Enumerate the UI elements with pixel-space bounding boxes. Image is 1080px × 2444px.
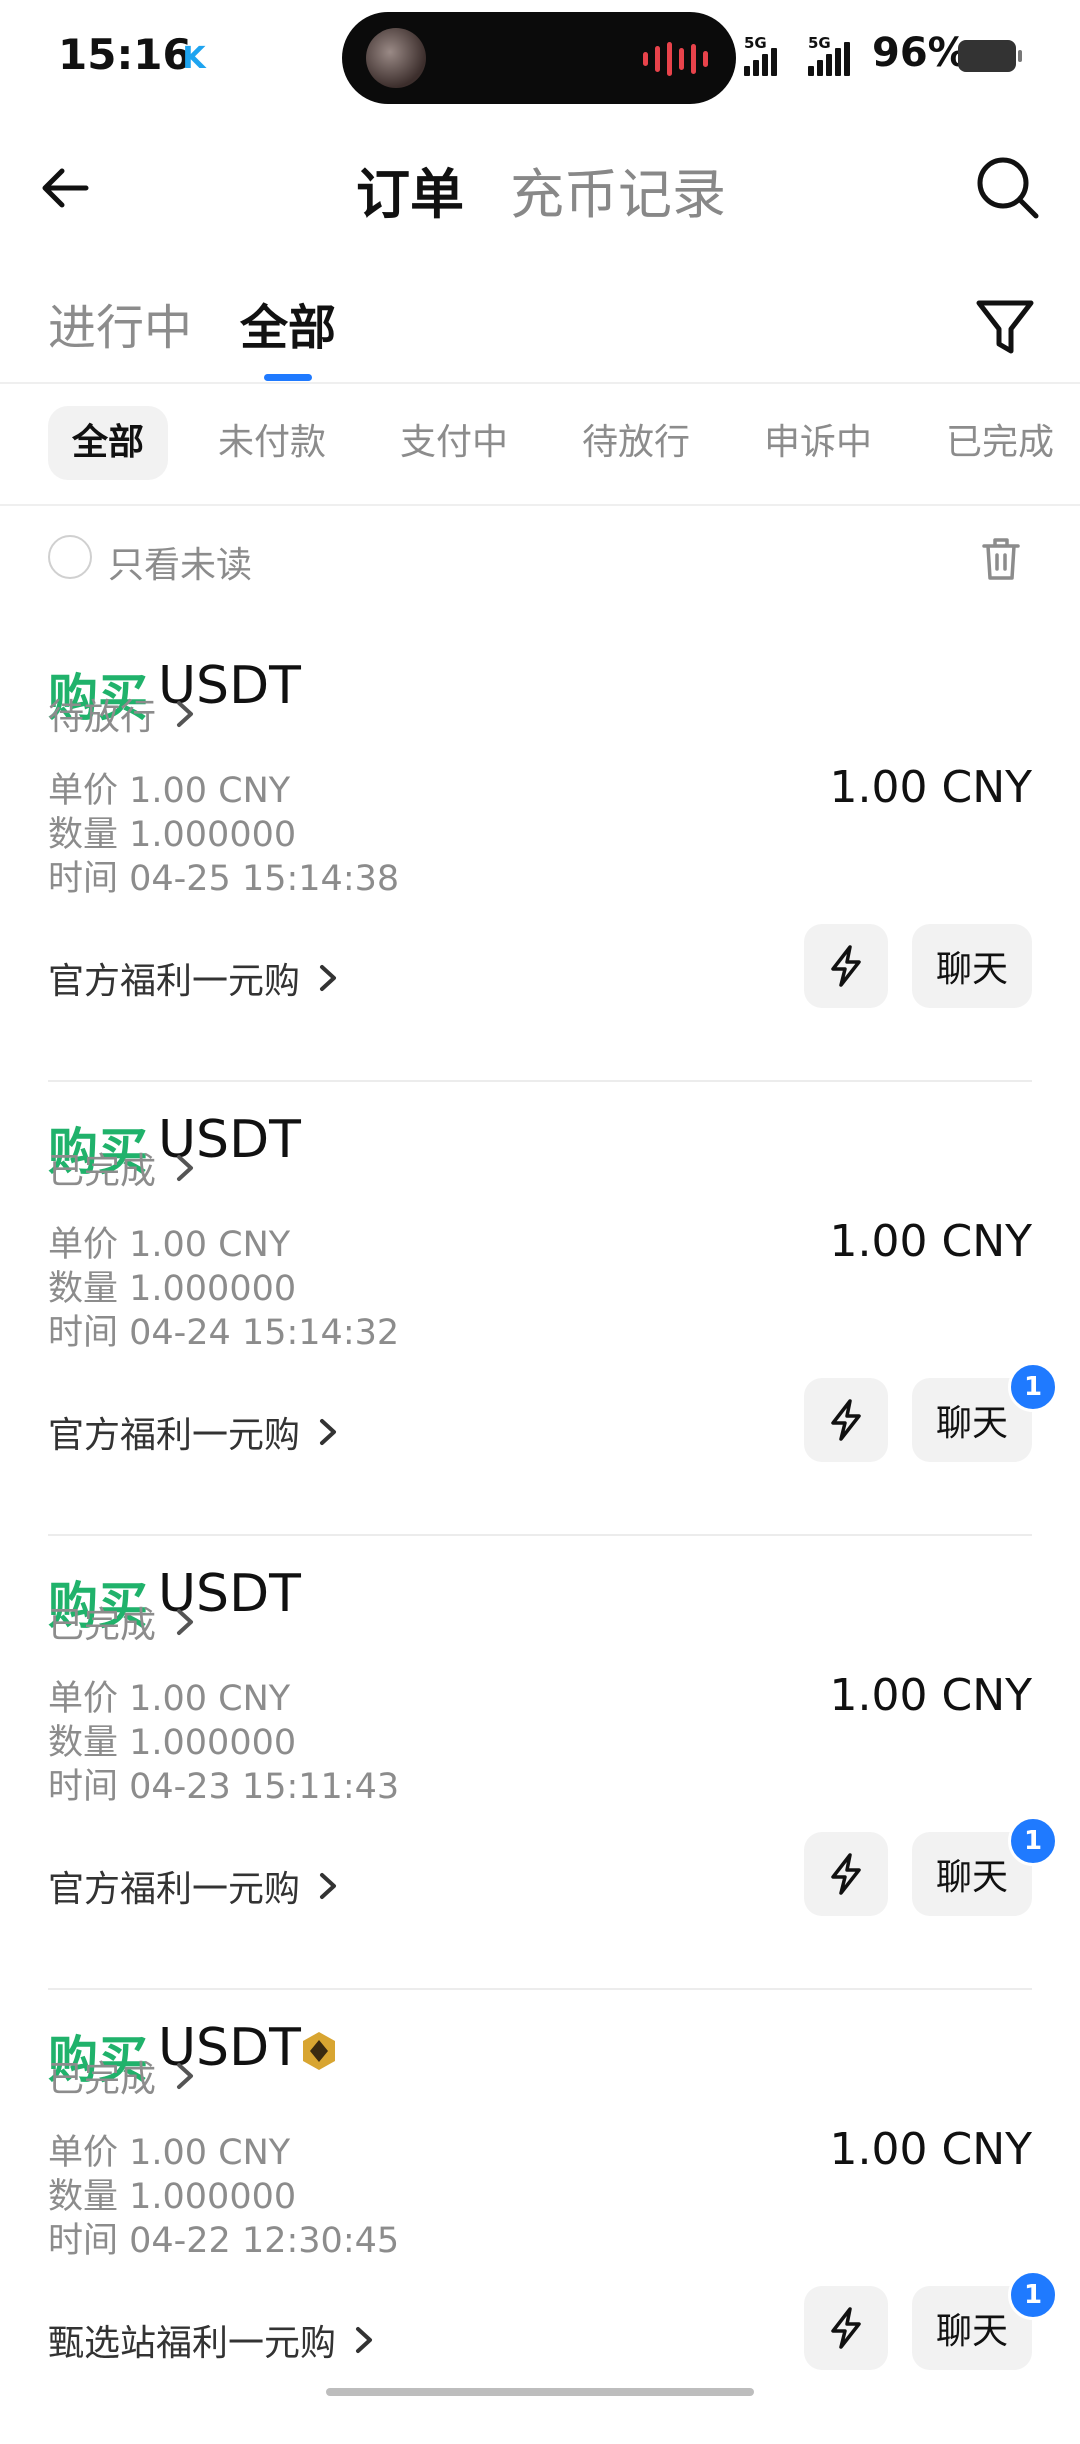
- order-scope-tabs: 进行中 全部: [0, 270, 1080, 384]
- order-status[interactable]: 已完成: [48, 2018, 1080, 2133]
- tab-orders-title[interactable]: 订单: [356, 150, 464, 229]
- order-card[interactable]: 购买 USDT 已完成 单价 1.00 CNY 数量 1.000000 时间 0…: [48, 1990, 1058, 2444]
- lightning-icon: [831, 945, 861, 987]
- header: 订单 充币记录: [0, 130, 1080, 240]
- tab-deposit-records[interactable]: 充币记录: [510, 150, 726, 229]
- chevron-right-icon: [177, 1154, 194, 1181]
- filter-chip-pending-release[interactable]: 待放行: [558, 406, 714, 480]
- order-time: 时间 04-23 15:11:43: [48, 1767, 400, 1807]
- quick-action-button[interactable]: [804, 924, 888, 1008]
- filter-chip-paying[interactable]: 支付中: [376, 406, 532, 480]
- order-status[interactable]: 已完成: [48, 1564, 1080, 1679]
- battery-percent: 96%: [872, 30, 968, 76]
- unread-only-label: 只看未读: [108, 545, 253, 586]
- chevron-right-icon: [177, 700, 194, 727]
- tab-all[interactable]: 全部: [240, 288, 336, 358]
- trash-icon[interactable]: [978, 534, 1024, 582]
- status-bar: 15:16 K 5G 5G 96%: [0, 0, 1080, 115]
- chevron-right-icon: [356, 2327, 373, 2353]
- filter-icon[interactable]: [972, 294, 1038, 360]
- chat-button[interactable]: 聊天: [912, 924, 1032, 1008]
- status-time: 15:16: [58, 30, 192, 79]
- chevron-right-icon: [177, 2062, 194, 2089]
- filter-chip-unpaid[interactable]: 未付款: [194, 406, 350, 480]
- order-amount: 1.00 CNY: [829, 2124, 1032, 2175]
- chevron-right-icon: [320, 1873, 337, 1899]
- unread-badge: 1: [1008, 1816, 1058, 1866]
- quick-action-button[interactable]: [804, 1832, 888, 1916]
- battery-icon: [958, 40, 1022, 72]
- lightning-icon: [831, 2307, 861, 2349]
- chevron-right-icon: [320, 1419, 337, 1445]
- order-promo-link[interactable]: 官方福利一元购: [48, 952, 338, 1004]
- filter-chip-all[interactable]: 全部: [48, 406, 169, 480]
- filter-chip-appeal[interactable]: 申诉中: [740, 406, 896, 480]
- order-promo-link[interactable]: 官方福利一元购: [48, 1406, 338, 1458]
- search-icon[interactable]: [972, 152, 1042, 222]
- chevron-right-icon: [177, 1608, 194, 1635]
- order-time: 时间 04-22 12:30:45: [48, 2221, 400, 2261]
- lightning-icon: [831, 1399, 861, 1441]
- chevron-right-icon: [320, 965, 337, 991]
- filter-chip-completed[interactable]: 已完成: [922, 406, 1078, 480]
- audio-wave-icon: [643, 42, 708, 76]
- order-amount: 1.00 CNY: [829, 1216, 1032, 1267]
- home-indicator[interactable]: [326, 2388, 754, 2396]
- order-card[interactable]: 购买 USDT 已完成 单价 1.00 CNY 数量 1.000000 时间 0…: [48, 1082, 1058, 1536]
- tab-indicator: [264, 374, 312, 381]
- order-time: 时间 04-24 15:14:32: [48, 1313, 400, 1353]
- order-promo-link[interactable]: 官方福利一元购: [48, 1860, 338, 1912]
- quick-action-button[interactable]: [804, 2286, 888, 2370]
- back-arrow-icon[interactable]: [36, 158, 96, 218]
- order-card[interactable]: 购买 USDT 已完成 单价 1.00 CNY 数量 1.000000 时间 0…: [48, 1536, 1058, 1990]
- signal-icon-1: 5G: [744, 34, 777, 76]
- app-notification-icon: K: [182, 40, 206, 76]
- unread-badge: 1: [1008, 1362, 1058, 1412]
- quick-action-button[interactable]: [804, 1378, 888, 1462]
- unread-badge: 1: [1008, 2270, 1058, 2320]
- status-filter-bar: 全部 未付款 支付中 待放行 申诉中 已完成: [0, 384, 1080, 506]
- unread-checkbox[interactable]: [48, 535, 92, 579]
- tab-in-progress[interactable]: 进行中: [48, 288, 192, 358]
- dynamic-island[interactable]: [342, 12, 736, 104]
- signal-icon-2: 5G: [808, 34, 850, 76]
- order-amount: 1.00 CNY: [829, 1670, 1032, 1721]
- media-thumbnail: [366, 28, 426, 88]
- order-card[interactable]: 购买 USDT 待放行 单价 1.00 CNY 数量 1.000000 时间 0…: [48, 628, 1032, 1082]
- order-status[interactable]: 待放行: [48, 656, 1080, 771]
- order-promo-link[interactable]: 甄选站福利一元购: [48, 2314, 374, 2366]
- lightning-icon: [831, 1853, 861, 1895]
- order-time: 时间 04-25 15:14:38: [48, 859, 400, 899]
- order-amount: 1.00 CNY: [829, 762, 1032, 813]
- order-status[interactable]: 已完成: [48, 1110, 1080, 1225]
